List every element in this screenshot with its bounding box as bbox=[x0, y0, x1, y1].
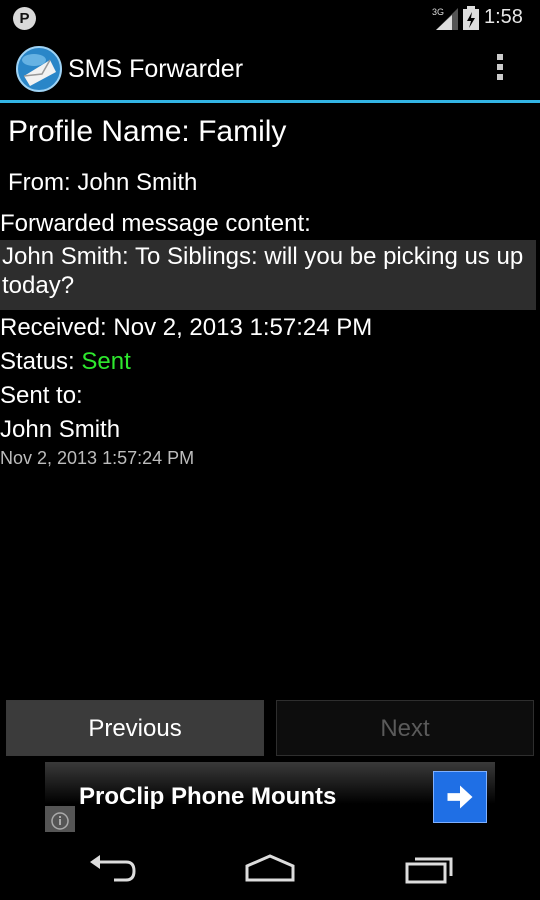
received-timestamp: Received: Nov 2, 2013 1:57:24 PM bbox=[0, 314, 373, 341]
info-icon[interactable] bbox=[45, 806, 75, 832]
svg-text:3G: 3G bbox=[432, 7, 444, 17]
navigation-bar bbox=[0, 836, 540, 900]
action-bar: SMS Forwarder bbox=[0, 36, 540, 103]
forwarded-content-label: Forwarded message content: bbox=[0, 210, 311, 237]
forwarded-message-text: John Smith: To Siblings: will you be pic… bbox=[0, 240, 536, 310]
battery-charging-icon bbox=[463, 6, 479, 30]
envelope-globe-icon[interactable] bbox=[16, 46, 62, 92]
from-line: From: John Smith bbox=[8, 169, 198, 196]
app-title: SMS Forwarder bbox=[68, 55, 244, 83]
ad-text: ProClip Phone Mounts bbox=[79, 783, 337, 810]
arrow-right-icon[interactable] bbox=[433, 771, 487, 823]
overflow-menu-icon[interactable] bbox=[494, 54, 506, 84]
status-value: Sent bbox=[81, 348, 131, 375]
next-button[interactable]: Next bbox=[276, 700, 534, 756]
status-bar: P 3G 1:58 bbox=[0, 0, 540, 36]
notification-p-icon: P bbox=[13, 7, 36, 30]
profile-name: Profile Name: Family bbox=[8, 115, 287, 148]
back-icon[interactable] bbox=[86, 852, 138, 884]
recents-icon[interactable] bbox=[404, 852, 456, 884]
status-label: Status: bbox=[0, 348, 82, 375]
status-clock: 1:58 bbox=[484, 6, 523, 28]
status-line: Status: Sent bbox=[0, 348, 131, 376]
home-icon[interactable] bbox=[244, 852, 296, 884]
recipient-name: John Smith bbox=[0, 416, 121, 443]
sent-to-label: Sent to: bbox=[0, 382, 83, 409]
recipient-sent-time: Nov 2, 2013 1:57:24 PM bbox=[0, 448, 195, 468]
signal-3g-icon: 3G bbox=[432, 7, 458, 30]
previous-button[interactable]: Previous bbox=[6, 700, 264, 756]
ad-banner[interactable]: ProClip Phone Mounts bbox=[45, 762, 495, 832]
